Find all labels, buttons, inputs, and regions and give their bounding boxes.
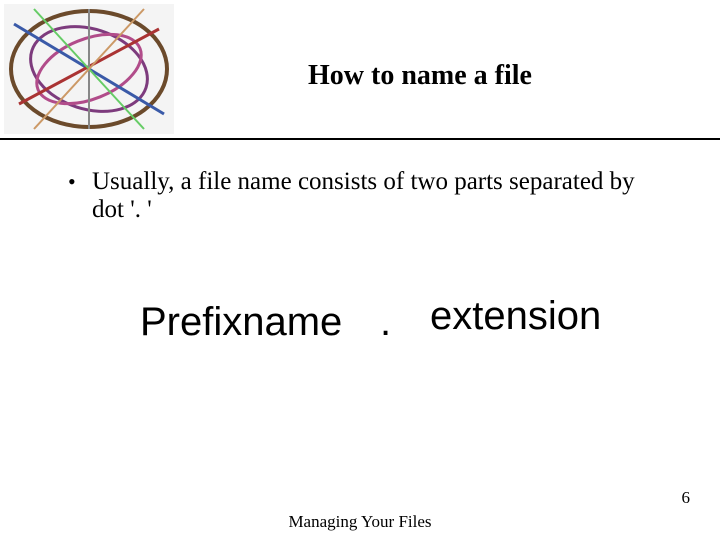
footer-title: Managing Your Files <box>0 512 720 532</box>
logo-image <box>4 4 174 134</box>
bullet-marker: • <box>68 168 92 196</box>
filename-dot: . <box>380 300 391 345</box>
slide-title: How to name a file <box>185 60 655 92</box>
filename-extension: extension <box>430 294 601 339</box>
bullet-item: • Usually, a file name consists of two p… <box>68 168 668 224</box>
filename-prefix: Prefixname <box>140 300 342 345</box>
slide-header: How to name a file <box>0 0 720 138</box>
page-number: 6 <box>682 488 691 508</box>
header-divider <box>0 138 720 140</box>
bullet-text: Usually, a file name consists of two par… <box>92 168 668 224</box>
filename-example: Prefixname . extension <box>0 300 720 360</box>
slide: How to name a file • Usually, a file nam… <box>0 0 720 540</box>
